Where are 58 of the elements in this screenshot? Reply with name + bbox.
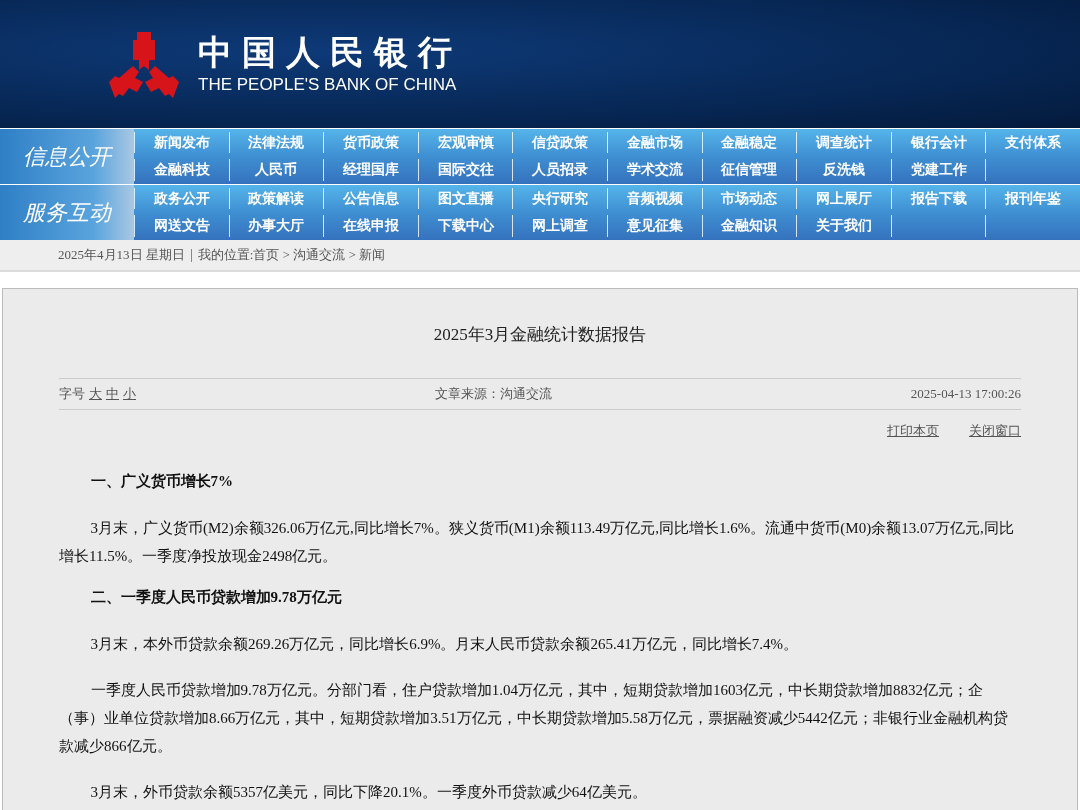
nav-link[interactable]: 在线申报 <box>323 215 418 237</box>
article-title: 2025年3月金融统计数据报告 <box>432 324 648 346</box>
nav-link[interactable]: 新闻发布 <box>134 132 229 153</box>
bank-name: 中国人民银行 <box>198 33 462 73</box>
paragraph: 一季度人民币贷款增加9.78万亿元。分部门看，住户贷款增加1.04万亿元，其中，短期贷款增加1603亿元，中长期贷款增加8832亿元；企（事）业单位贷款增加8.66万亿元，其中，短期贷款增加3.51万亿元，中长期贷款增加5.58万亿元，票据融资减少5442亿元；非银行业金融机构贷款减少866亿元。 <box>59 681 1009 756</box>
publish-time: 2025-04-13 17:00:26 <box>910 386 1021 402</box>
nav-link[interactable]: 报告下载 <box>890 188 986 209</box>
nav-link[interactable]: 人员招录 <box>512 159 607 181</box>
nav-link[interactable]: 下载中心 <box>417 215 513 237</box>
nav-link[interactable]: 银行会计 <box>890 132 986 153</box>
nav-link[interactable]: 法律法规 <box>228 132 324 153</box>
font-size-link[interactable]: 小 <box>123 385 136 403</box>
nav-link[interactable]: 金融科技 <box>134 159 229 181</box>
bank-name-english: THE PEOPLE'S BANK OF CHINA <box>198 75 458 95</box>
nav-link[interactable]: 经理国库 <box>323 159 418 181</box>
nav-link[interactable]: 关于我们 <box>796 215 891 237</box>
section-heading: 一、广义货币增长7% <box>89 472 234 491</box>
nav-link[interactable]: 公告信息 <box>323 188 418 209</box>
paragraph: 3月末，外币贷款余额5357亿美元，同比下降20.1%。一季度外币贷款减少64亿美元。 <box>89 783 648 802</box>
nav-link[interactable]: 金融稳定 <box>701 132 797 153</box>
section-heading: 二、一季度人民币贷款增加9.78万亿元 <box>89 588 343 607</box>
article-action-link[interactable]: 关闭窗口 <box>969 422 1021 440</box>
font-size-label: 字号 <box>59 385 85 403</box>
paragraph: 3月末，广义货币(M2)余额326.06万亿元,同比增长7%。狭义货币(M1)余额113.49万亿元,同比增长1.6%。流通中货币(M0)余额13.07万亿元,同比增长11.5%。一季度净投放现金2498亿元。 <box>59 519 1015 566</box>
nav-link[interactable]: 学术交流 <box>607 159 702 181</box>
font-size-link[interactable]: 中 <box>106 385 119 403</box>
nav-link[interactable]: 调查统计 <box>796 132 891 153</box>
nav-link[interactable]: 网上调查 <box>512 215 607 237</box>
article-source: 文章来源：沟通交流 <box>434 385 552 403</box>
nav-section-label: 信息公开 <box>0 129 134 184</box>
nav-link[interactable]: 图文直播 <box>417 188 513 209</box>
nav-link[interactable]: 政务公开 <box>134 188 229 209</box>
nav-link[interactable]: 支付体系 <box>985 132 1080 153</box>
nav-link[interactable]: 党建工作 <box>890 159 986 181</box>
nav-link[interactable]: 报刊年鉴 <box>985 188 1080 209</box>
nav-link[interactable]: 市场动态 <box>701 188 797 209</box>
nav-link[interactable]: 办事大厅 <box>228 215 324 237</box>
nav-link[interactable]: 征信管理 <box>701 159 797 181</box>
nav-link[interactable]: 金融市场 <box>607 132 702 153</box>
nav-link[interactable]: 国际交往 <box>417 159 513 181</box>
nav-link[interactable]: 人民币 <box>228 159 324 181</box>
nav-link[interactable]: 意见征集 <box>607 215 702 237</box>
breadcrumb: 我的位置:首页 > 沟通交流 > 新闻 <box>197 246 386 264</box>
nav-link[interactable]: 网上展厅 <box>796 188 891 209</box>
nav-link[interactable]: 央行研究 <box>512 188 607 209</box>
nav-link[interactable]: 货币政策 <box>323 132 418 153</box>
nav-link[interactable]: 政策解读 <box>228 188 324 209</box>
nav-link[interactable]: 金融知识 <box>701 215 797 237</box>
nav-section-label: 服务互动 <box>0 185 134 240</box>
current-date: 2025年4月13日 星期日 <box>58 246 185 264</box>
font-size-link[interactable]: 大 <box>89 385 102 403</box>
paragraph: 3月末，本外币贷款余额269.26万亿元，同比增长6.9%。月末人民币贷款余额265.41万亿元，同比增长7.4%。 <box>89 635 799 654</box>
article-action-link[interactable]: 打印本页 <box>887 422 939 440</box>
nav-link[interactable]: 反洗钱 <box>796 159 891 181</box>
nav-link[interactable]: 信贷政策 <box>512 132 607 153</box>
nav-link[interactable]: 音频视频 <box>607 188 702 209</box>
nav-link[interactable]: 网送文告 <box>134 215 229 237</box>
nav-link[interactable]: 宏观审慎 <box>417 132 513 153</box>
